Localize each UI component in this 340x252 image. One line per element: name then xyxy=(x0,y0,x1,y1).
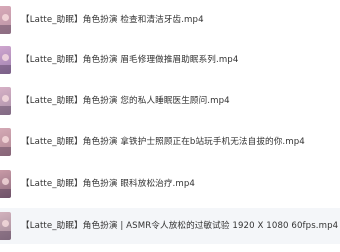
file-row[interactable]: 【Latte_助眠】角色扮演 眼科放松治疗.mp4 xyxy=(0,166,340,202)
file-list: 【Latte_助眠】角色扮演 检查和清洁牙齿.mp4 【Latte_助眠】角色扮… xyxy=(0,0,340,252)
video-thumbnail xyxy=(0,212,11,240)
file-name: 【Latte_助眠】角色扮演 眼科放松治疗.mp4 xyxy=(21,179,195,189)
file-name: 【Latte_助眠】角色扮演 检查和清洁牙齿.mp4 xyxy=(21,15,204,25)
video-thumbnail xyxy=(0,128,11,156)
file-name: 【Latte_助眠】角色扮演 | ASMR令人放松的过敏试验 1920 X 10… xyxy=(21,221,339,231)
file-name: 【Latte_助眠】角色扮演 眉毛修理做推眉助眠系列.mp4 xyxy=(21,55,239,65)
video-thumbnail xyxy=(0,6,11,34)
video-thumbnail xyxy=(0,46,11,74)
file-row[interactable]: 【Latte_助眠】角色扮演 检查和清洁牙齿.mp4 xyxy=(0,2,340,38)
video-thumbnail xyxy=(0,170,11,198)
file-row-selected[interactable]: 【Latte_助眠】角色扮演 | ASMR令人放松的过敏试验 1920 X 10… xyxy=(0,208,340,244)
video-thumbnail xyxy=(0,87,11,115)
file-name: 【Latte_助眠】角色扮演 您的私人睡眠医生顾问.mp4 xyxy=(21,96,230,106)
file-row[interactable]: 【Latte_助眠】角色扮演 眉毛修理做推眉助眠系列.mp4 xyxy=(0,42,340,78)
file-row[interactable]: 【Latte_助眠】角色扮演 您的私人睡眠医生顾问.mp4 xyxy=(0,83,340,119)
file-name: 【Latte_助眠】角色扮演 拿铁护士照顾正在b站玩手机无法自拔的你.mp4 xyxy=(21,137,305,147)
file-row[interactable]: 【Latte_助眠】角色扮演 拿铁护士照顾正在b站玩手机无法自拔的你.mp4 xyxy=(0,124,340,160)
